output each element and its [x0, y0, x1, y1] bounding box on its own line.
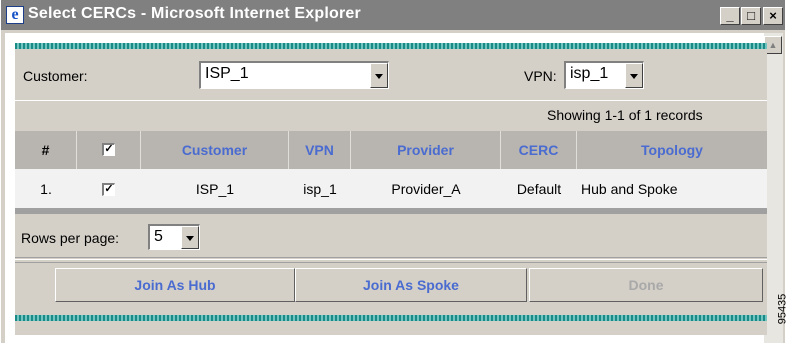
chevron-down-icon[interactable]	[370, 63, 388, 88]
title-bar[interactable]: e Select CERCs - Microsoft Internet Expl…	[1, 0, 785, 30]
vpn-select[interactable]: isp_1	[564, 61, 644, 89]
join-as-hub-button[interactable]: Join As Hub	[55, 268, 295, 302]
close-button[interactable]: ×	[763, 7, 783, 25]
minimize-button[interactable]: _	[720, 7, 740, 25]
window-title: Select CERCs - Microsoft Internet Explor…	[28, 5, 361, 22]
ie-logo-icon: e	[6, 6, 24, 24]
column-header-cerc[interactable]: CERC	[501, 131, 577, 169]
customer-select[interactable]: ISP_1	[199, 61, 389, 89]
table-row: 1. ✓ ISP_1 isp_1 Provider_A Default Hub …	[15, 169, 767, 209]
figure-code: 95435	[776, 285, 798, 335]
table-footer-bar	[15, 208, 767, 214]
divider	[15, 262, 767, 263]
row-cerc: Default	[516, 181, 562, 197]
cerc-selection-panel: Customer: ISP_1 VPN: isp_1 Showing 1-1 o…	[15, 43, 767, 335]
row-topology: Hub and Spoke	[581, 181, 678, 197]
customer-label: Customer:	[23, 68, 88, 84]
row-provider: Provider_A	[391, 181, 461, 197]
divider	[15, 259, 767, 260]
records-count: Showing 1-1 of 1 records	[547, 107, 703, 123]
table-header: # ✓ Customer VPN Provider CERC Topology	[15, 131, 767, 169]
done-button[interactable]: Done	[529, 268, 763, 302]
maximize-button[interactable]: □	[741, 7, 761, 25]
column-header-index: #	[15, 131, 77, 169]
divider	[15, 100, 767, 101]
vpn-label: VPN:	[524, 68, 557, 84]
customer-select-value: ISP_1	[205, 65, 249, 82]
row-customer: ISP_1	[195, 181, 235, 197]
column-header-vpn[interactable]: VPN	[289, 131, 351, 169]
chevron-down-icon[interactable]	[181, 226, 199, 249]
column-header-customer[interactable]: Customer	[141, 131, 289, 169]
rows-per-page-select[interactable]: 5	[148, 224, 200, 250]
divider	[15, 257, 767, 258]
chevron-down-icon[interactable]	[625, 63, 643, 88]
bottom-divider-stripe	[15, 315, 767, 321]
vpn-select-value: isp_1	[570, 65, 609, 82]
join-as-spoke-button[interactable]: Join As Spoke	[295, 268, 527, 302]
rows-per-page-value: 5	[154, 228, 163, 245]
row-index: 1.	[40, 181, 52, 197]
row-select-checkbox[interactable]: ✓	[102, 183, 115, 196]
browser-window: e Select CERCs - Microsoft Internet Expl…	[0, 0, 785, 343]
top-divider-stripe	[15, 43, 767, 49]
select-all-checkbox[interactable]: ✓	[102, 143, 115, 156]
column-header-provider[interactable]: Provider	[351, 131, 501, 169]
column-header-topology[interactable]: Topology	[577, 131, 767, 169]
rows-per-page-label: Rows per page:	[21, 230, 120, 246]
figure-code-text: 95435	[776, 293, 789, 325]
row-vpn: isp_1	[303, 181, 337, 197]
